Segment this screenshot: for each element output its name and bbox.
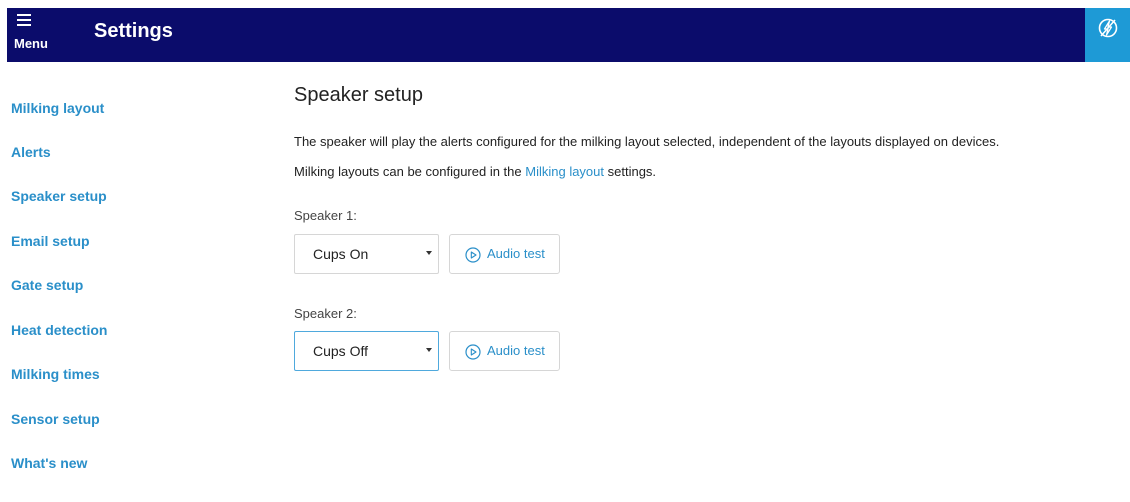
description-prefix: Milking layouts can be configured in the xyxy=(294,164,526,179)
play-circle-icon xyxy=(465,344,481,360)
bolt-slash-icon xyxy=(1098,18,1118,38)
app-frame: Menu Settings Milking layout Alerts Spea… xyxy=(0,0,1130,502)
speaker-1-select[interactable]: Cups On xyxy=(294,234,439,274)
sidebar-item-sensor-setup[interactable]: Sensor setup xyxy=(11,411,100,427)
menu-label: Menu xyxy=(14,36,48,51)
sidebar-item-alerts[interactable]: Alerts xyxy=(11,144,51,160)
bolt-action-button[interactable] xyxy=(1085,8,1130,62)
page-title: Speaker setup xyxy=(294,84,423,106)
sidebar-item-whats-new[interactable]: What's new xyxy=(11,455,87,471)
speaker-1-label: Speaker 1: xyxy=(294,208,357,223)
description-suffix: settings. xyxy=(604,164,657,179)
menu-button[interactable]: Menu xyxy=(14,10,50,56)
speaker-2-label: Speaker 2: xyxy=(294,306,357,321)
sidebar-item-gate-setup[interactable]: Gate setup xyxy=(11,277,83,293)
page-header-title: Settings xyxy=(94,20,173,42)
sidebar-item-heat-detection[interactable]: Heat detection xyxy=(11,322,107,338)
milking-layout-link[interactable]: Milking layout xyxy=(525,164,604,179)
description-line-2: Milking layouts can be configured in the… xyxy=(294,164,656,179)
audio-test-label: Audio test xyxy=(487,343,545,358)
speaker-2-audio-test-button[interactable]: Audio test xyxy=(449,331,560,371)
sidebar-item-email-setup[interactable]: Email setup xyxy=(11,233,90,249)
sidebar-item-milking-times[interactable]: Milking times xyxy=(11,366,100,382)
chevron-down-icon xyxy=(426,251,432,255)
sidebar-item-milking-layout[interactable]: Milking layout xyxy=(11,100,104,116)
speaker-2-selected-value: Cups Off xyxy=(313,343,368,359)
speaker-1-selected-value: Cups On xyxy=(313,246,369,262)
chevron-down-icon xyxy=(426,348,432,352)
speaker-1-audio-test-button[interactable]: Audio test xyxy=(449,234,560,274)
sidebar-item-speaker-setup[interactable]: Speaker setup xyxy=(11,188,107,204)
description-line-1: The speaker will play the alerts configu… xyxy=(294,134,1000,149)
speaker-2-select[interactable]: Cups Off xyxy=(294,331,439,371)
play-circle-icon xyxy=(465,247,481,263)
top-bar: Menu Settings xyxy=(7,8,1085,62)
hamburger-icon xyxy=(17,14,31,26)
audio-test-label: Audio test xyxy=(487,246,545,261)
